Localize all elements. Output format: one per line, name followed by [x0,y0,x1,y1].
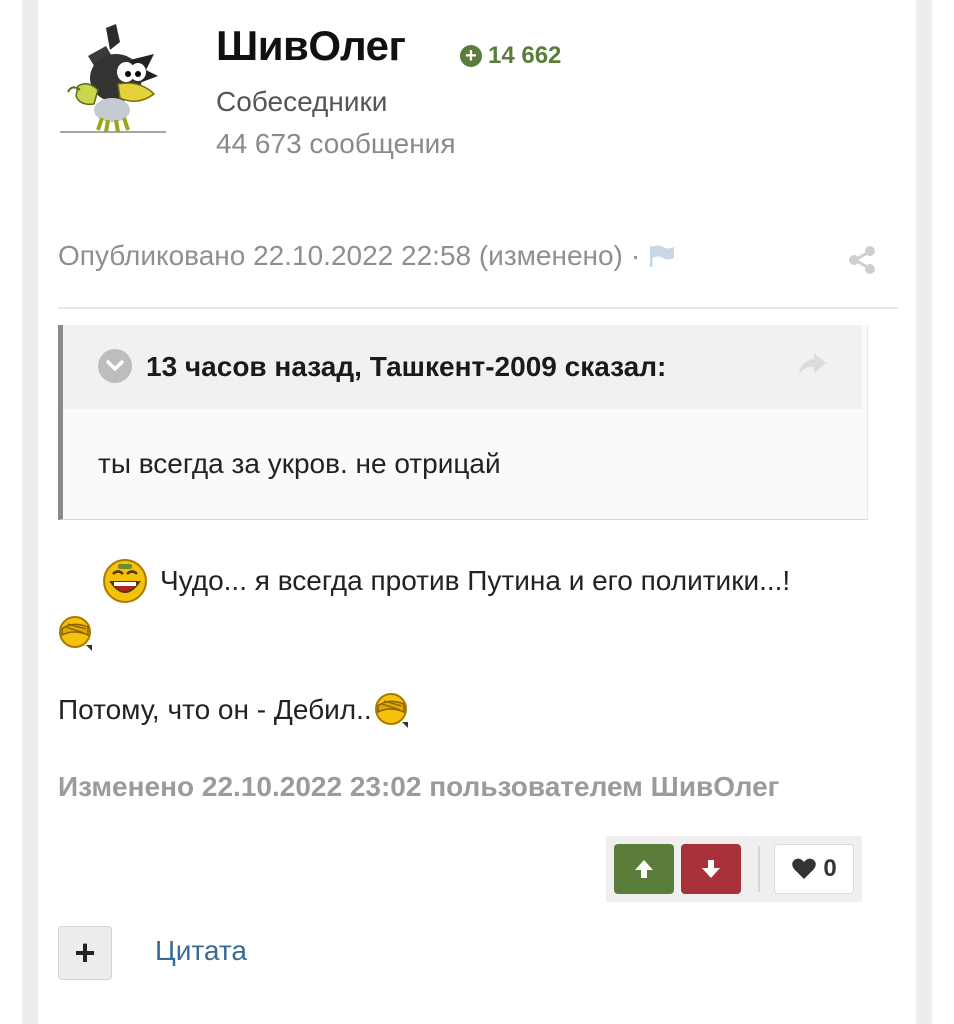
downvote-button[interactable] [681,844,741,894]
post-line-2: Потому, что он - Дебил.. [58,692,410,728]
reputation-value: 14 662 [488,42,562,69]
page-margin-right [932,0,954,1024]
reply-arrow-icon[interactable] [796,351,828,379]
post-line-1: Чудо... я всегда против Путина и его пол… [102,556,790,606]
like-button[interactable]: 0 [774,844,854,894]
quote-button[interactable]: Цитата [155,935,247,967]
page-margin-left [0,0,22,1024]
author-group: Собеседники [216,86,388,117]
quote-block: 13 часов назад, Ташкент-2009 сказал: ты … [58,325,868,520]
arrow-down-icon [702,860,720,878]
edited-note: Изменено 22.10.2022 23:02 пользователем … [58,771,780,802]
plus-circle-icon: + [460,45,482,67]
reaction-separator [758,846,760,892]
reputation-badge: + 14 662 [460,42,561,70]
quote-text: ты всегда за укров. не отрицай [98,448,501,479]
published-date[interactable]: Опубликовано 22.10.2022 22:58 (изменено) [58,240,623,272]
post-card: ШивОлег + 14 662 Собеседники 44 673 сооб… [38,0,916,1024]
author-post-count: 44 673 сообщения [216,128,456,159]
meta-separator: · [630,240,641,271]
post-text-line-2: Потому, что он - Дебил.. [58,694,372,725]
laughing-smiley [103,559,147,603]
arrow-up-icon [635,860,653,878]
reaction-bar: 0 [606,836,862,902]
share-icon[interactable] [846,244,878,276]
avatar[interactable] [58,20,170,144]
heart-icon [792,858,817,879]
author-name[interactable]: ШивОлег [216,22,406,70]
facepalm-smiley [374,693,408,728]
flag-icon[interactable] [648,244,676,268]
like-count: 0 [823,855,837,882]
quote-header: 13 часов назад, Ташкент-2009 сказал: [63,325,862,409]
quote-author-line[interactable]: 13 часов назад, Ташкент-2009 сказал: [146,351,666,383]
multiquote-add-button[interactable]: + [58,926,112,980]
facepalm-smiley [59,616,92,651]
chevron-down-icon[interactable] [98,349,132,383]
upvote-button[interactable] [614,844,674,894]
meta-divider [58,307,898,309]
post-text-line-1: Чудо... я всегда против Путина и его пол… [160,565,791,596]
post-meta: Опубликовано 22.10.2022 22:58 (изменено)… [58,240,676,272]
